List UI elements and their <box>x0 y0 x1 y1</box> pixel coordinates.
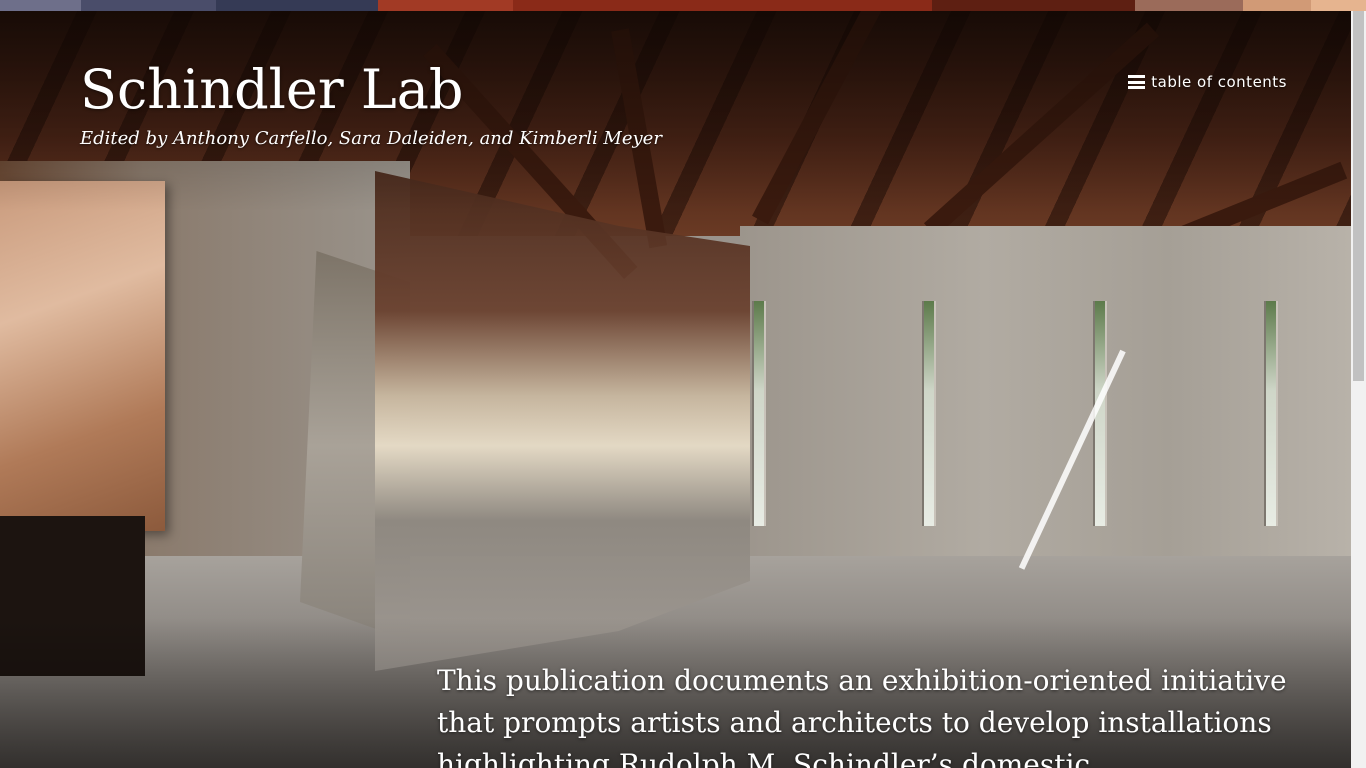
mirror-installation <box>375 171 750 671</box>
stripe-segment <box>1135 0 1243 11</box>
stripe-segment <box>216 0 378 11</box>
stripe-segment <box>81 0 216 11</box>
stripe-segment <box>1243 0 1311 11</box>
page-title: Schindler Lab <box>80 58 464 121</box>
stripe-segment <box>932 0 1135 11</box>
stripe-segment <box>0 0 81 11</box>
window-slot <box>1264 301 1278 526</box>
hamburger-menu-icon <box>1128 75 1146 89</box>
copper-panel <box>0 181 165 531</box>
scrollbar[interactable] <box>1351 11 1366 768</box>
window-slot <box>922 301 936 526</box>
scrollbar-thumb[interactable] <box>1353 11 1364 381</box>
hero-photo <box>0 11 1351 768</box>
color-stripe <box>0 0 1366 11</box>
stripe-segment <box>513 0 932 11</box>
editors-line: Edited by Anthony Carfello, Sara Daleide… <box>80 128 662 149</box>
stripe-segment <box>378 0 513 11</box>
table-of-contents-button[interactable]: table of contents <box>1128 73 1287 91</box>
stripe-segment <box>1311 0 1366 11</box>
intro-paragraph: This publication documents an exhibition… <box>437 664 1287 768</box>
table-of-contents-label: table of contents <box>1151 73 1287 91</box>
page: Schindler Lab Edited by Anthony Carfello… <box>0 0 1366 768</box>
window-slot <box>752 301 766 526</box>
